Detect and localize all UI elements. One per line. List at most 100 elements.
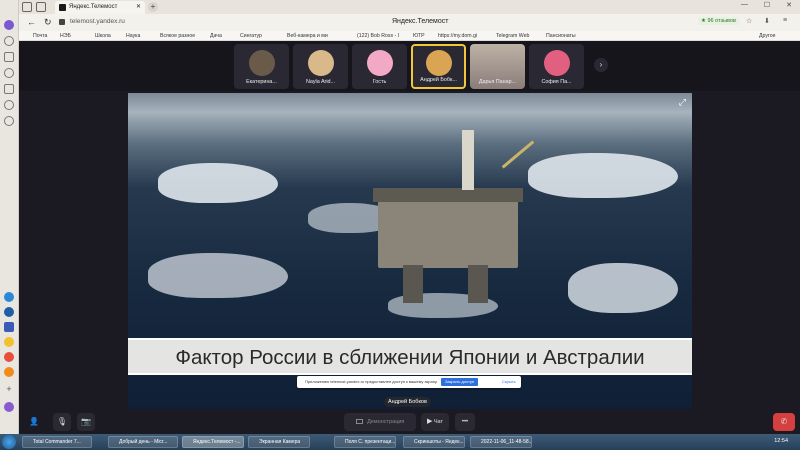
tab-telemost[interactable]: Яндекс.Телемост ✕ <box>55 1 145 14</box>
window-controls: — ☐ ✕ <box>686 1 796 13</box>
taskbar-item[interactable]: Скриншоты - Яндек... <box>403 436 465 448</box>
taskbar-item[interactable]: Экранная Камера <box>248 436 310 448</box>
close-tab-icon[interactable]: ✕ <box>136 1 141 14</box>
browser-sidebar: + <box>0 0 19 434</box>
next-participants-button[interactable]: › <box>594 58 608 72</box>
notes-icon[interactable] <box>4 84 14 94</box>
odnoklassniki-icon[interactable] <box>4 367 14 377</box>
end-call-button[interactable]: ✆ <box>773 413 795 431</box>
taskbar-item[interactable]: Яндекс.Телемост -... <box>182 436 244 448</box>
bookmark-item[interactable]: Веб-камера и ми <box>287 31 328 41</box>
messenger-icon[interactable] <box>4 292 14 302</box>
platform-deck <box>373 188 523 202</box>
ice-floe <box>158 163 278 203</box>
menu-icon[interactable]: ≡ <box>783 17 787 24</box>
bookmark-item[interactable]: Дача <box>210 31 222 41</box>
platform-tower <box>462 130 474 190</box>
window-title: Яндекс.Телемост <box>392 18 449 25</box>
telemost-tab-icon <box>59 4 66 11</box>
control-bar: 👤 🎙 📷 Демонстрация ▶ Чат ••• ✆ <box>19 409 800 434</box>
participant-tile[interactable]: Гость <box>352 44 407 89</box>
bookmark-item[interactable]: Сингатур <box>240 31 262 41</box>
extensions-icon[interactable]: ⬇ <box>764 17 770 25</box>
telemost-app: Екатерина... Nayla Arid... Гость Андрей … <box>19 41 800 434</box>
slide-title: Фактор России в сближении Японии и Австр… <box>175 346 645 369</box>
reload-icon[interactable]: ↻ <box>44 17 52 28</box>
bookmark-item[interactable]: НЭБ <box>60 31 71 41</box>
hang-up-icon: ✆ <box>780 417 788 426</box>
folder-icon[interactable] <box>36 2 46 12</box>
downloads-icon[interactable] <box>4 68 14 78</box>
screen-share-label: Демонстрация <box>367 419 405 425</box>
stop-sharing-button[interactable]: Закрыть доступ <box>441 378 479 386</box>
zen-icon[interactable] <box>4 100 14 110</box>
taskbar-item[interactable]: Добрый день - Micr... <box>108 436 178 448</box>
avatar <box>367 50 393 76</box>
add-participant-button[interactable]: 👤 <box>25 413 43 431</box>
participant-tile[interactable]: Nayla Arid... <box>293 44 348 89</box>
new-tab-button[interactable]: + <box>148 2 158 12</box>
participant-tile[interactable]: София Па... <box>529 44 584 89</box>
fullscreen-icon[interactable]: ⤢ <box>679 97 686 108</box>
participant-name: София Па... <box>541 79 572 85</box>
avatar <box>544 50 570 76</box>
bookmark-item[interactable]: Telegram Web <box>496 31 529 41</box>
participants-strip: Екатерина... Nayla Arid... Гость Андрей … <box>19 41 800 91</box>
mute-button[interactable]: 🎙 <box>53 413 71 431</box>
taskbar-item[interactable]: Total Commander 7... <box>22 436 92 448</box>
participant-name: Андрей Бобк... <box>420 77 457 83</box>
bookmark-item[interactable]: Школа <box>95 31 111 41</box>
reviews-badge[interactable]: ★ 96 отзывов <box>698 17 739 25</box>
screen-icon <box>355 419 363 425</box>
music-icon[interactable] <box>4 116 14 126</box>
tab-bar: Яндекс.Телемост ✕ + — ☐ ✕ <box>19 0 800 14</box>
taskbar-item[interactable]: 2022-11-06_11-48-58... <box>470 436 532 448</box>
lock-icon <box>59 19 65 25</box>
more-button[interactable]: ••• <box>455 413 475 431</box>
bookmark-item[interactable]: (122) Bob Ross - I <box>357 31 399 41</box>
avatar <box>426 50 452 76</box>
participant-tile-active[interactable]: Андрей Бобк... <box>411 44 466 89</box>
bookmark-item[interactable]: Всякое разное <box>160 31 195 41</box>
bookmark-star-icon[interactable]: ☆ <box>746 17 752 25</box>
chat-icon: ▶ <box>426 418 433 425</box>
yandex-market-icon[interactable] <box>4 337 14 347</box>
participant-tile[interactable]: Екатерина... <box>234 44 289 89</box>
hide-notice-button[interactable]: Скрыть <box>502 379 516 384</box>
tabs-icon[interactable] <box>22 2 32 12</box>
participant-tile[interactable]: Дарья Панар... <box>470 44 525 89</box>
other-bookmarks[interactable]: Другое <box>759 31 775 41</box>
screen-share-button[interactable]: Демонстрация <box>344 413 416 431</box>
chat-button[interactable]: ▶ Чат <box>421 413 449 431</box>
windows-taskbar: Total Commander 7... Добрый день - Micr.… <box>0 434 800 450</box>
taskbar-item[interactable]: Поля С. презентаци... <box>334 436 396 448</box>
address-bar: ← ↻ telemost.yandex.ru Яндекс.Телемост ★… <box>19 14 800 31</box>
bookmark-item[interactable]: Наука <box>126 31 140 41</box>
bookmark-icon[interactable] <box>4 52 14 62</box>
ok-icon[interactable] <box>4 307 14 317</box>
mail-app-icon[interactable] <box>4 352 14 362</box>
platform-crane <box>501 140 535 169</box>
url-text[interactable]: telemost.yandex.ru <box>70 18 125 25</box>
camera-button[interactable]: 📷 <box>77 413 95 431</box>
start-button[interactable] <box>2 435 16 449</box>
history-icon[interactable] <box>4 36 14 46</box>
close-window-icon[interactable]: ✕ <box>786 1 792 9</box>
maximize-icon[interactable]: ☐ <box>764 1 770 9</box>
bookmark-item[interactable]: Пансионаты <box>546 31 576 41</box>
minimize-icon[interactable]: — <box>741 1 748 8</box>
facebook-icon[interactable] <box>4 322 14 332</box>
platform-leg <box>403 265 423 303</box>
avatar <box>249 50 275 76</box>
add-panel-icon[interactable]: + <box>4 384 14 394</box>
bookmarks-bar: Почта НЭБ Школа Наука Всякое разное Дача… <box>19 31 800 41</box>
participant-name: Nayla Arid... <box>305 79 336 85</box>
profile-icon[interactable] <box>4 402 14 412</box>
bookmark-item[interactable]: Почта <box>33 31 47 41</box>
bookmark-item[interactable]: ЮТР <box>413 31 425 41</box>
ice-floe <box>148 253 288 298</box>
alice-icon[interactable] <box>4 20 14 30</box>
back-icon[interactable]: ← <box>27 17 36 27</box>
bookmark-item[interactable]: https://my.dom.gi <box>438 31 477 41</box>
tab-title: Яндекс.Телемост <box>69 4 118 10</box>
